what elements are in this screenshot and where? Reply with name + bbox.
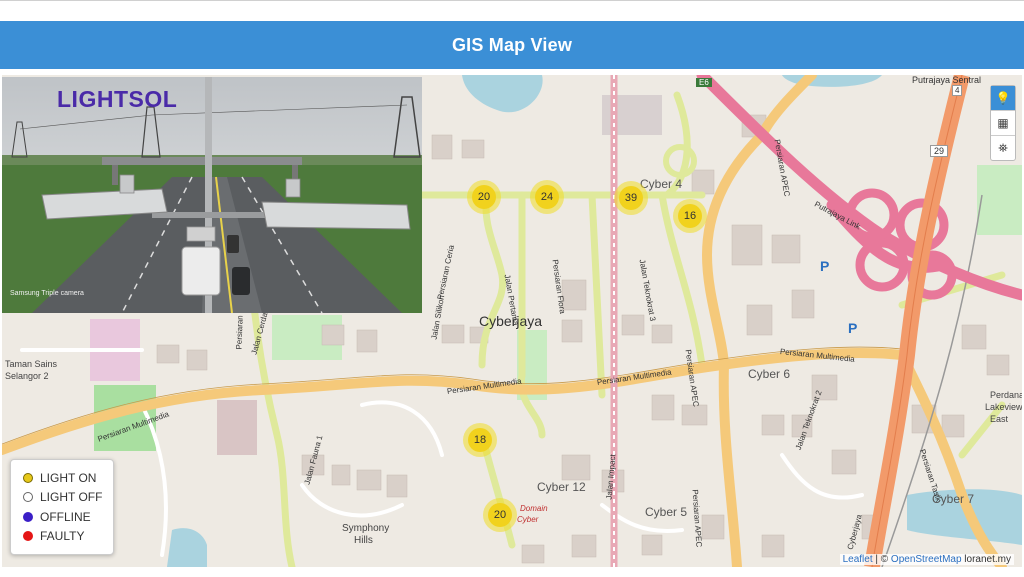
place-label-putrajaya-sentral: Putrajaya Sentral [912,75,982,85]
cluster-count: 20 [488,503,512,527]
place-label-cyber-5: Cyber 5 [645,505,688,519]
map-legend: LIGHT ON LIGHT OFF OFFLINE FAULTY [10,459,114,555]
legend-label: LIGHT OFF [40,490,103,505]
legend-item-light-on: LIGHT ON [23,468,113,488]
map-attribution: Leaflet | © OpenStreetMap loranet.my [839,554,1014,565]
place-label-lakeview: Lakeview [985,402,1022,412]
place-label-cyber-4: Cyber 4 [640,177,683,191]
place-label-taman-sains: Taman Sains [5,359,58,369]
legend-swatch-icon [23,531,33,542]
legend-swatch-icon [23,492,33,503]
place-label-perdana: Perdana [990,390,1022,400]
place-label-cyber-12: Cyber 12 [537,480,586,494]
cluster-count: 24 [535,185,559,209]
bulb-icon[interactable]: 💡 [991,86,1015,111]
legend-item-faulty: FAULTY [23,527,113,547]
place-label-cyber-6: Cyber 6 [748,367,791,381]
cluster-count: 16 [678,204,702,228]
place-label-cyber: Cyber [517,515,539,524]
streetlight-photo: LIGHTSOL Samsung Triple camera [2,77,422,313]
legend-label: OFFLINE [40,509,91,524]
attribution-separator: | © [872,554,891,565]
page-title: GIS Map View [451,34,573,55]
satellite-icon[interactable]: ⛯ [991,136,1015,160]
cluster-count: 18 [468,428,492,452]
route-shield-29: 29 [930,145,949,157]
lightsol-logo: LIGHTSOL [57,86,178,112]
legend-item-offline: OFFLINE [23,507,113,527]
parking-icon: P [848,320,858,336]
place-label-symphony: Symphony [342,523,390,534]
parking-icon: P [820,258,830,274]
light-cluster-marker[interactable]: 20 [483,498,517,532]
legend-item-light-off: LIGHT OFF [23,488,113,508]
legend-label: FAULTY [40,529,85,544]
route-shield-e6: E6 [696,78,712,87]
legend-label: LIGHT ON [40,470,97,485]
cluster-count: 20 [472,185,496,209]
legend-swatch-icon [23,511,33,522]
header-bar: GIS Map View [0,21,1024,69]
legend-swatch-icon [23,472,33,483]
map-layer-controls: 💡 ▦ ⛯ [990,85,1016,161]
light-cluster-marker[interactable]: 18 [463,423,497,457]
place-label-domain: Domain [520,504,548,513]
light-cluster-marker[interactable]: 16 [673,199,707,233]
place-label-hills: Hills [354,535,373,546]
attribution-extra: loranet.my [961,554,1011,565]
camera-watermark: Samsung Triple camera [10,290,84,297]
building-icon[interactable]: ▦ [991,111,1015,136]
route-shield-4: 4 [952,85,963,96]
light-cluster-marker[interactable]: 24 [530,180,564,214]
place-label-east: East [990,414,1009,424]
leaflet-link[interactable]: Leaflet [843,554,873,565]
cluster-count: 39 [619,186,643,210]
light-cluster-marker[interactable]: 39 [614,181,648,215]
place-label-selangor-2: Selangor 2 [5,371,49,381]
light-cluster-marker[interactable]: 20 [467,180,501,214]
top-border [0,0,1024,1]
osm-link[interactable]: OpenStreetMap [891,554,962,565]
